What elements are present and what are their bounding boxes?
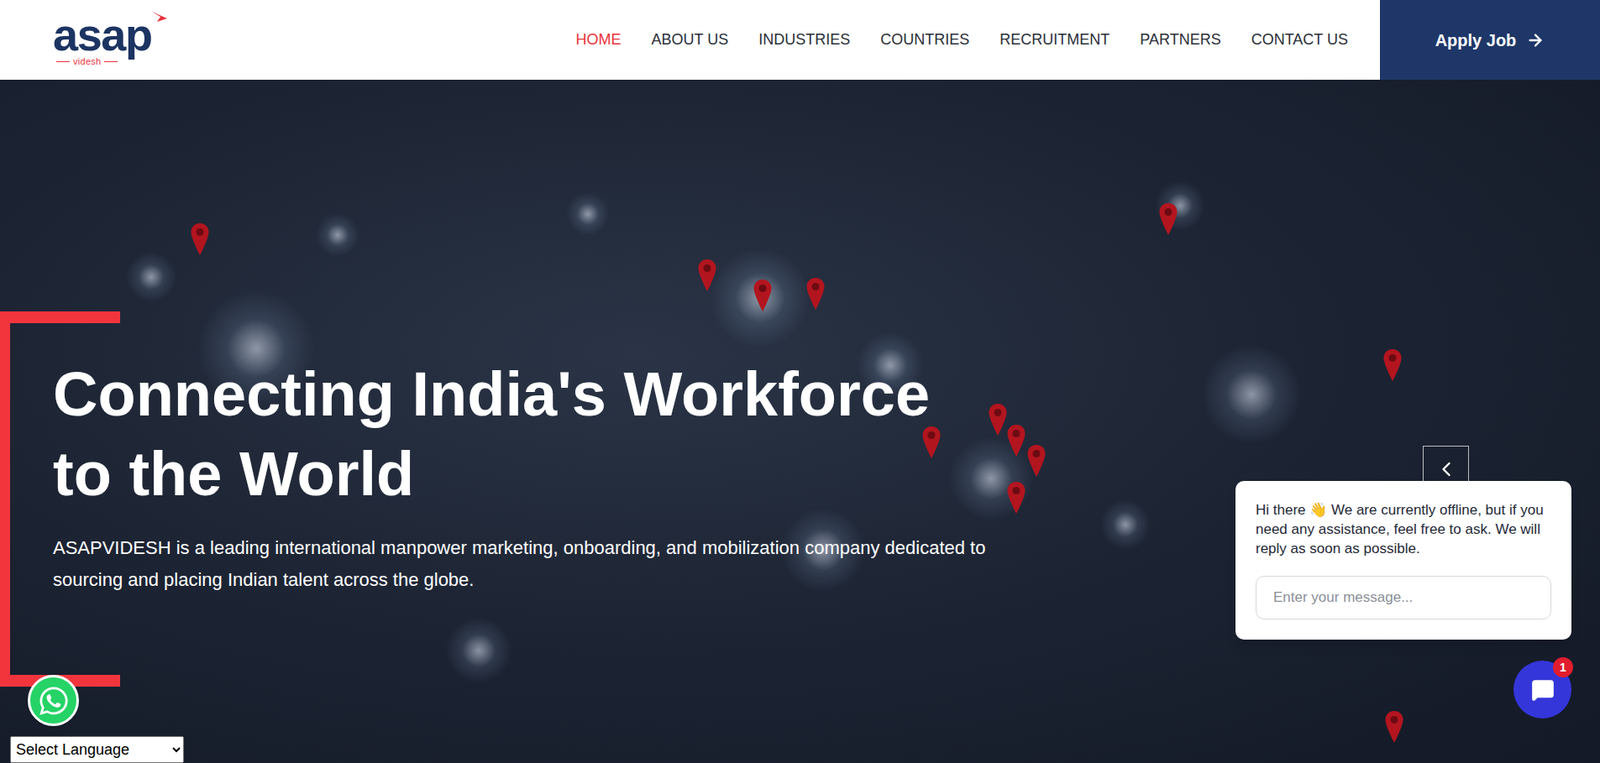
nav-link[interactable]: CONTACT US (1251, 28, 1349, 52)
map-pin-icon (1384, 710, 1405, 745)
map-pin-icon (1382, 348, 1403, 383)
page: asapvidesh HOME ABOUT US INDUSTRIES COUNTRIE… (0, 0, 1600, 763)
logo[interactable]: asapvidesh (0, 0, 183, 80)
language-select[interactable]: Select Language (10, 736, 184, 763)
map-pin-icon (805, 277, 826, 311)
chat-launcher-button[interactable]: 1 (1513, 660, 1572, 719)
map-pin-icon (1006, 481, 1027, 515)
main-nav: HOME ABOUT US INDUSTRIES COUNTRIES RECRUITME… (576, 0, 1380, 80)
site-header: asapvidesh HOME ABOUT US INDUSTRIES COUNTRIE… (0, 0, 1600, 80)
nav-link[interactable]: HOME (576, 28, 622, 52)
hero-description: ASAPVIDESH is a leading international ma… (52, 532, 1028, 597)
map-pin-icon (1158, 202, 1179, 237)
map-pin-icon (697, 258, 718, 293)
arrow-right-icon (1526, 31, 1545, 50)
map-pin-icon (752, 278, 773, 313)
bracket-top (0, 311, 121, 324)
nav-link[interactable]: INDUSTRIES (758, 28, 850, 52)
whatsapp-icon (37, 685, 70, 718)
logo-arrow-icon (150, 10, 169, 31)
map-pin-icon (921, 425, 942, 460)
apply-job-button[interactable]: Apply Job (1379, 0, 1600, 80)
map-pin-icon (1006, 424, 1027, 458)
chat-badge: 1 (1552, 657, 1574, 678)
chat-popup: Hi there 👋 We are currently offline, but… (1235, 481, 1572, 640)
chevron-left-icon (1434, 457, 1459, 482)
map-pin-icon (189, 222, 210, 257)
nav-link[interactable]: ABOUT US (651, 28, 730, 52)
map-pin-icon (987, 403, 1008, 437)
bracket-left (0, 311, 11, 688)
nav-link[interactable]: COUNTRIES (880, 28, 970, 52)
map-pin-icon (1026, 444, 1047, 478)
nav-link[interactable]: RECRUITMENT (999, 28, 1110, 52)
chat-bubble-icon (1531, 678, 1555, 703)
chat-message: Hi there 👋 We are currently offline, but… (1255, 501, 1552, 560)
chat-input[interactable]: Enter your message... (1255, 576, 1552, 620)
nav-link[interactable]: PARTNERS (1139, 28, 1221, 52)
whatsapp-button[interactable] (27, 675, 79, 727)
hero: Connecting India's Workforceto the World… (0, 79, 1600, 763)
